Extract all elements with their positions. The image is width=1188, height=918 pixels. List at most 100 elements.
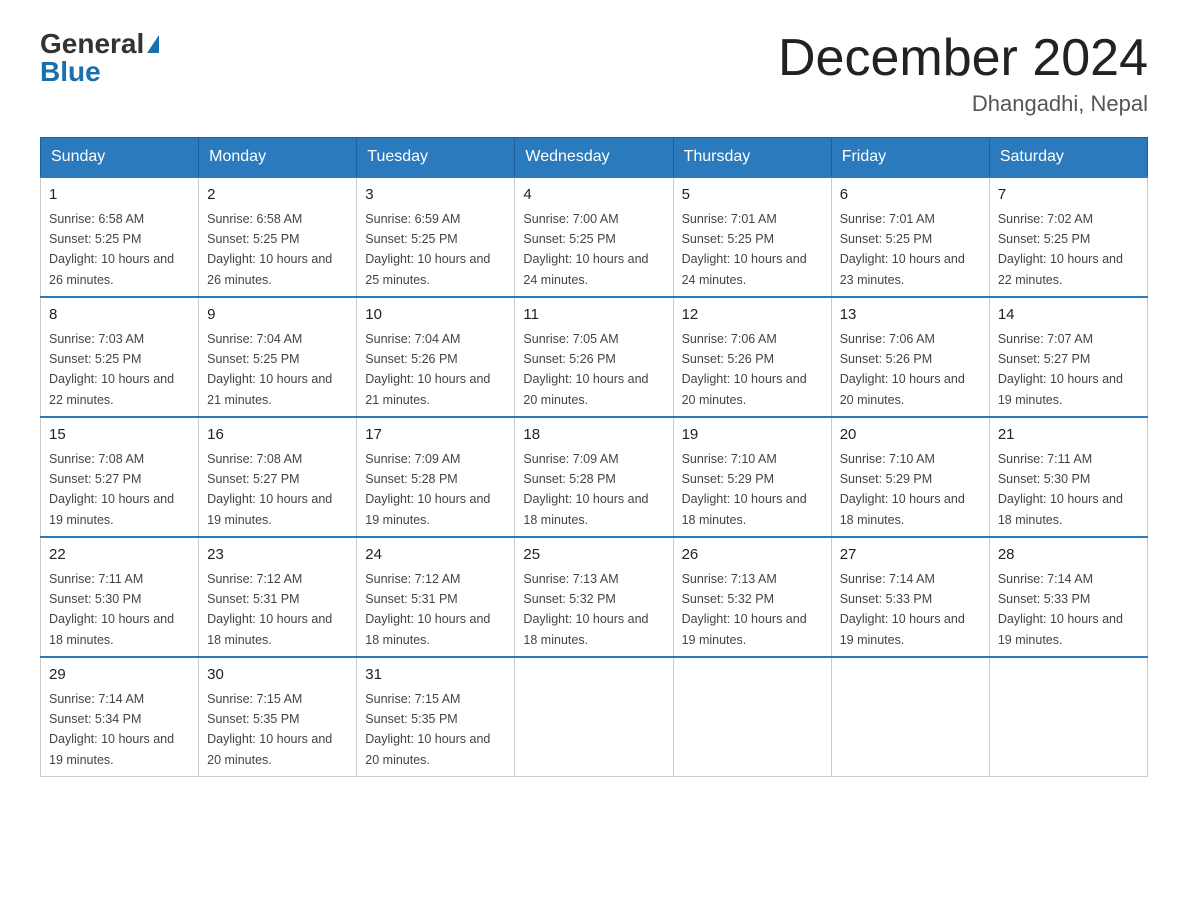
- calendar-cell: 15 Sunrise: 7:08 AMSunset: 5:27 PMDayligh…: [41, 417, 199, 537]
- day-info: Sunrise: 7:08 AMSunset: 5:27 PMDaylight:…: [49, 452, 174, 527]
- calendar-cell: 7 Sunrise: 7:02 AMSunset: 5:25 PMDaylight…: [989, 177, 1147, 297]
- day-number: 26: [682, 544, 823, 567]
- day-number: 4: [523, 184, 664, 207]
- calendar-week-row: 22 Sunrise: 7:11 AMSunset: 5:30 PMDayligh…: [41, 537, 1148, 657]
- calendar-cell: 24Sunrise: 7:12 AMSunset: 5:31 PMDayligh…: [357, 537, 515, 657]
- day-number: 9: [207, 304, 348, 327]
- day-number: 6: [840, 184, 981, 207]
- day-info: Sunrise: 7:11 AMSunset: 5:30 PMDaylight:…: [998, 452, 1123, 527]
- day-info: Sunrise: 7:00 AMSunset: 5:25 PMDaylight:…: [523, 212, 648, 287]
- day-info: Sunrise: 7:08 AMSunset: 5:27 PMDaylight:…: [207, 452, 332, 527]
- day-info: Sunrise: 7:11 AMSunset: 5:30 PMDaylight:…: [49, 572, 174, 647]
- col-header-thursday: Thursday: [673, 138, 831, 178]
- day-number: 21: [998, 424, 1139, 447]
- calendar-cell: 17Sunrise: 7:09 AMSunset: 5:28 PMDayligh…: [357, 417, 515, 537]
- day-info: Sunrise: 7:06 AMSunset: 5:26 PMDaylight:…: [840, 332, 965, 407]
- day-number: 2: [207, 184, 348, 207]
- col-header-friday: Friday: [831, 138, 989, 178]
- logo-triangle-icon: [147, 35, 159, 53]
- col-header-monday: Monday: [199, 138, 357, 178]
- calendar-cell: 21 Sunrise: 7:11 AMSunset: 5:30 PMDayligh…: [989, 417, 1147, 537]
- calendar-cell: [831, 657, 989, 777]
- calendar-cell: 10Sunrise: 7:04 AMSunset: 5:26 PMDayligh…: [357, 297, 515, 417]
- calendar-cell: 5 Sunrise: 7:01 AMSunset: 5:25 PMDaylight…: [673, 177, 831, 297]
- calendar-cell: 19Sunrise: 7:10 AMSunset: 5:29 PMDayligh…: [673, 417, 831, 537]
- day-number: 20: [840, 424, 981, 447]
- day-number: 14: [998, 304, 1139, 327]
- day-number: 1: [49, 184, 190, 207]
- day-number: 18: [523, 424, 664, 447]
- calendar-cell: [515, 657, 673, 777]
- calendar-cell: 3 Sunrise: 6:59 AMSunset: 5:25 PMDaylight…: [357, 177, 515, 297]
- day-number: 3: [365, 184, 506, 207]
- calendar-cell: 22 Sunrise: 7:11 AMSunset: 5:30 PMDayligh…: [41, 537, 199, 657]
- day-number: 11: [523, 304, 664, 327]
- day-number: 15: [49, 424, 190, 447]
- calendar-header-row: SundayMondayTuesdayWednesdayThursdayFrid…: [41, 138, 1148, 178]
- col-header-tuesday: Tuesday: [357, 138, 515, 178]
- logo-blue-text: Blue: [40, 58, 101, 86]
- calendar-cell: 11 Sunrise: 7:05 AMSunset: 5:26 PMDayligh…: [515, 297, 673, 417]
- day-info: Sunrise: 7:01 AMSunset: 5:25 PMDaylight:…: [682, 212, 807, 287]
- calendar-cell: 4 Sunrise: 7:00 AMSunset: 5:25 PMDaylight…: [515, 177, 673, 297]
- day-number: 30: [207, 664, 348, 687]
- calendar-week-row: 29 Sunrise: 7:14 AMSunset: 5:34 PMDayligh…: [41, 657, 1148, 777]
- day-info: Sunrise: 7:05 AMSunset: 5:26 PMDaylight:…: [523, 332, 648, 407]
- logo: General Blue: [40, 30, 159, 86]
- day-info: Sunrise: 6:58 AMSunset: 5:25 PMDaylight:…: [49, 212, 174, 287]
- calendar-week-row: 15 Sunrise: 7:08 AMSunset: 5:27 PMDayligh…: [41, 417, 1148, 537]
- calendar-cell: 12Sunrise: 7:06 AMSunset: 5:26 PMDayligh…: [673, 297, 831, 417]
- day-info: Sunrise: 7:13 AMSunset: 5:32 PMDaylight:…: [523, 572, 648, 647]
- calendar-title: December 2024: [778, 30, 1148, 87]
- day-number: 5: [682, 184, 823, 207]
- calendar-cell: 6Sunrise: 7:01 AMSunset: 5:25 PMDaylight…: [831, 177, 989, 297]
- calendar-cell: 30 Sunrise: 7:15 AMSunset: 5:35 PMDayligh…: [199, 657, 357, 777]
- day-info: Sunrise: 7:15 AMSunset: 5:35 PMDaylight:…: [365, 692, 490, 767]
- day-number: 23: [207, 544, 348, 567]
- day-number: 24: [365, 544, 506, 567]
- day-info: Sunrise: 7:07 AMSunset: 5:27 PMDaylight:…: [998, 332, 1123, 407]
- calendar-cell: 20Sunrise: 7:10 AMSunset: 5:29 PMDayligh…: [831, 417, 989, 537]
- calendar-cell: 31 Sunrise: 7:15 AMSunset: 5:35 PMDayligh…: [357, 657, 515, 777]
- day-number: 31: [365, 664, 506, 687]
- col-header-wednesday: Wednesday: [515, 138, 673, 178]
- day-info: Sunrise: 6:58 AMSunset: 5:25 PMDaylight:…: [207, 212, 332, 287]
- day-info: Sunrise: 7:14 AMSunset: 5:33 PMDaylight:…: [840, 572, 965, 647]
- day-info: Sunrise: 7:09 AMSunset: 5:28 PMDaylight:…: [523, 452, 648, 527]
- logo-general-text: General: [40, 30, 144, 58]
- title-block: December 2024 Dhangadhi, Nepal: [778, 30, 1148, 117]
- day-info: Sunrise: 7:02 AMSunset: 5:25 PMDaylight:…: [998, 212, 1123, 287]
- calendar-cell: 9 Sunrise: 7:04 AMSunset: 5:25 PMDaylight…: [199, 297, 357, 417]
- calendar-cell: 27Sunrise: 7:14 AMSunset: 5:33 PMDayligh…: [831, 537, 989, 657]
- day-info: Sunrise: 7:14 AMSunset: 5:34 PMDaylight:…: [49, 692, 174, 767]
- day-number: 29: [49, 664, 190, 687]
- day-info: Sunrise: 7:09 AMSunset: 5:28 PMDaylight:…: [365, 452, 490, 527]
- day-number: 16: [207, 424, 348, 447]
- day-info: Sunrise: 7:04 AMSunset: 5:25 PMDaylight:…: [207, 332, 332, 407]
- calendar-week-row: 8 Sunrise: 7:03 AMSunset: 5:25 PMDaylight…: [41, 297, 1148, 417]
- day-number: 22: [49, 544, 190, 567]
- calendar-cell: 26Sunrise: 7:13 AMSunset: 5:32 PMDayligh…: [673, 537, 831, 657]
- calendar-cell: 13 Sunrise: 7:06 AMSunset: 5:26 PMDayligh…: [831, 297, 989, 417]
- calendar-cell: 16 Sunrise: 7:08 AMSunset: 5:27 PMDayligh…: [199, 417, 357, 537]
- calendar-cell: 25Sunrise: 7:13 AMSunset: 5:32 PMDayligh…: [515, 537, 673, 657]
- calendar-cell: 1 Sunrise: 6:58 AMSunset: 5:25 PMDaylight…: [41, 177, 199, 297]
- day-info: Sunrise: 7:10 AMSunset: 5:29 PMDaylight:…: [682, 452, 807, 527]
- page-header: General Blue December 2024 Dhangadhi, Ne…: [40, 30, 1148, 117]
- calendar-cell: 29 Sunrise: 7:14 AMSunset: 5:34 PMDayligh…: [41, 657, 199, 777]
- calendar-cell: 18 Sunrise: 7:09 AMSunset: 5:28 PMDayligh…: [515, 417, 673, 537]
- day-number: 7: [998, 184, 1139, 207]
- calendar-cell: 28Sunrise: 7:14 AMSunset: 5:33 PMDayligh…: [989, 537, 1147, 657]
- day-info: Sunrise: 7:15 AMSunset: 5:35 PMDaylight:…: [207, 692, 332, 767]
- col-header-saturday: Saturday: [989, 138, 1147, 178]
- day-number: 28: [998, 544, 1139, 567]
- day-info: Sunrise: 6:59 AMSunset: 5:25 PMDaylight:…: [365, 212, 490, 287]
- calendar-week-row: 1 Sunrise: 6:58 AMSunset: 5:25 PMDaylight…: [41, 177, 1148, 297]
- day-number: 12: [682, 304, 823, 327]
- calendar-table: SundayMondayTuesdayWednesdayThursdayFrid…: [40, 137, 1148, 777]
- calendar-cell: 23Sunrise: 7:12 AMSunset: 5:31 PMDayligh…: [199, 537, 357, 657]
- day-info: Sunrise: 7:03 AMSunset: 5:25 PMDaylight:…: [49, 332, 174, 407]
- day-number: 8: [49, 304, 190, 327]
- calendar-body: 1 Sunrise: 6:58 AMSunset: 5:25 PMDaylight…: [41, 177, 1148, 777]
- day-number: 13: [840, 304, 981, 327]
